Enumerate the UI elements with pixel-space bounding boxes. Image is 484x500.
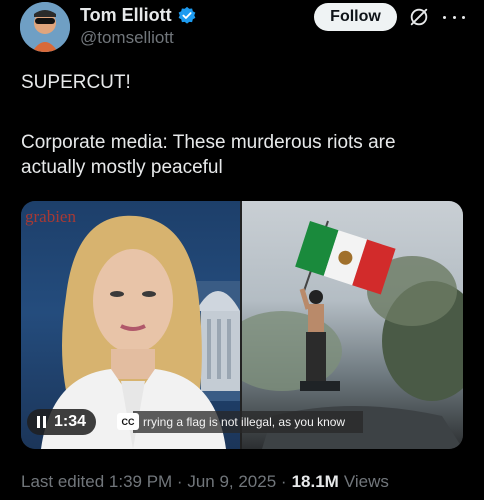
grok-slash-icon[interactable] [408,6,430,28]
video-timestamp: 1:34 [54,413,87,430]
caption-text: rrying a flag is not illegal, as you kno… [133,411,363,433]
edited-timestamp[interactable]: Last edited 1:39 PM · Jun 9, 2025 · [21,472,287,492]
views-count: 18.1M [291,472,339,491]
tweet-text-line-2: Corporate media: These murderous riots a… [21,132,396,178]
views-label: Views [343,472,389,491]
avatar[interactable] [20,2,70,52]
pause-button[interactable]: 1:34 [27,409,97,435]
verified-badge-icon [178,6,196,24]
closed-captions-button[interactable]: CC [117,413,139,430]
more-horizontal-icon[interactable] [443,6,465,28]
video-player[interactable]: grabien rrying a flag is not illegal, as… [21,201,463,449]
watermark: grabien [25,207,76,226]
tweet-text-line-1: SUPERCUT! [21,72,131,93]
avatar-photo [20,2,70,52]
tweet-meta: Last edited 1:39 PM · Jun 9, 2025 · 18.1… [21,472,389,492]
author-handle[interactable]: @tomselliott [80,28,174,48]
follow-button[interactable]: Follow [314,3,397,31]
pause-icon [37,416,46,428]
tweet-header: Tom Elliott @tomselliott Follow [0,0,484,60]
author-name[interactable]: Tom Elliott [80,5,172,26]
